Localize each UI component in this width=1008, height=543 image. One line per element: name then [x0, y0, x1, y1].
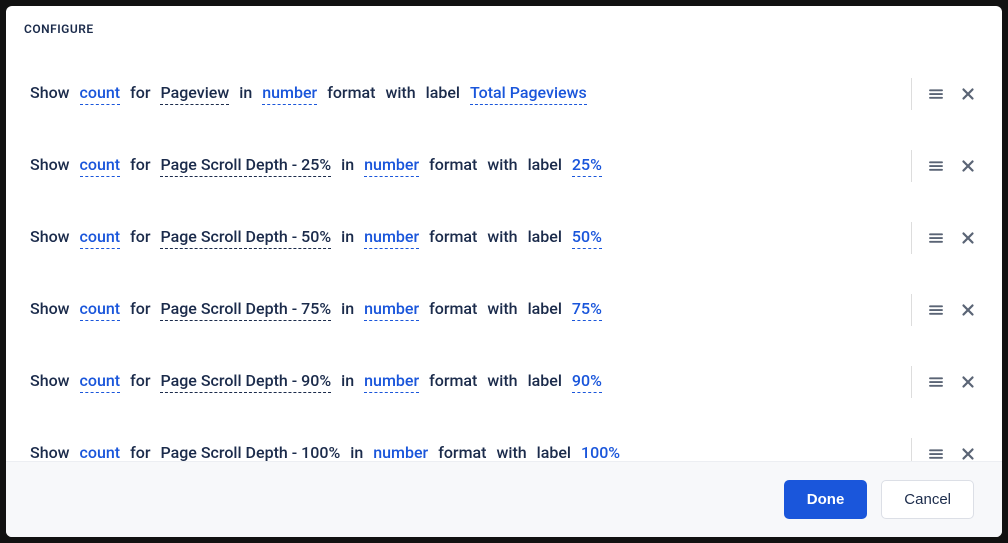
column-sentence: Show count for Page Scroll Depth - 75% innum… [30, 299, 911, 321]
format-link[interactable]: number [364, 155, 419, 177]
metric-link[interactable]: count [80, 443, 121, 461]
label-link[interactable]: 50% [572, 227, 602, 249]
word-show: Show [30, 299, 70, 318]
column-row: Show count for Page Scroll Depth - 75% innum… [30, 274, 978, 346]
drag-handle-icon[interactable] [926, 300, 946, 320]
event-link[interactable]: Page Scroll Depth - 90% [160, 371, 331, 393]
event-link[interactable]: Page Scroll Depth - 25% [160, 155, 331, 177]
column-sentence: Show count for Pageview in number format withla… [30, 83, 911, 105]
format-link[interactable]: number [373, 443, 428, 461]
column-row: Show count for Page Scroll Depth - 25% innum… [30, 130, 978, 202]
metric-link[interactable]: count [80, 299, 121, 321]
cancel-button[interactable]: Cancel [881, 480, 974, 519]
format-link[interactable]: number [262, 83, 317, 105]
word-show: Show [30, 155, 70, 174]
word-for: for [130, 299, 150, 318]
column-sentence: Show count for Page Scroll Depth - 100% innu… [30, 443, 911, 461]
remove-row-icon[interactable] [958, 444, 978, 461]
row-actions [911, 78, 978, 110]
event-link[interactable]: Page Scroll Depth - 75% [160, 299, 331, 321]
word-for: for [130, 227, 150, 246]
word-format: format [429, 155, 477, 174]
metric-link[interactable]: count [80, 83, 121, 105]
word-with: with [496, 443, 526, 461]
remove-row-icon[interactable] [958, 300, 978, 320]
event-link[interactable]: Page Scroll Depth - 100% [160, 443, 340, 461]
word-label: label [528, 299, 562, 318]
row-actions [911, 294, 978, 326]
word-with: with [487, 155, 517, 174]
word-format: format [429, 227, 477, 246]
word-in: in [239, 83, 252, 102]
drag-handle-icon[interactable] [926, 156, 946, 176]
word-with: with [487, 371, 517, 390]
word-for: for [130, 371, 150, 390]
word-in: in [341, 299, 354, 318]
word-show: Show [30, 443, 70, 461]
column-sentence: Show count for Page Scroll Depth - 25% innum… [30, 155, 911, 177]
row-actions [911, 366, 978, 398]
drag-handle-icon[interactable] [926, 228, 946, 248]
metric-link[interactable]: count [80, 155, 121, 177]
format-link[interactable]: number [364, 299, 419, 321]
remove-row-icon[interactable] [958, 156, 978, 176]
metric-link[interactable]: count [80, 227, 121, 249]
word-label: label [528, 155, 562, 174]
word-in: in [341, 371, 354, 390]
word-in: in [350, 443, 363, 461]
label-link[interactable]: 75% [572, 299, 602, 321]
done-button[interactable]: Done [784, 480, 868, 519]
drag-handle-icon[interactable] [926, 84, 946, 104]
word-in: in [341, 227, 354, 246]
label-link[interactable]: Total Pageviews [470, 83, 587, 105]
word-format: format [429, 371, 477, 390]
drag-handle-icon[interactable] [926, 444, 946, 461]
row-actions [911, 222, 978, 254]
format-link[interactable]: number [364, 227, 419, 249]
column-row: Show count for Pageview in number format withla… [30, 58, 978, 130]
event-link[interactable]: Page Scroll Depth - 50% [160, 227, 331, 249]
word-show: Show [30, 371, 70, 390]
configure-dialog: CONFIGURE Show count for Pageview in number fo… [6, 6, 1002, 537]
dialog-title: CONFIGURE [6, 6, 1002, 44]
column-sentence: Show count for Page Scroll Depth - 50% innum… [30, 227, 911, 249]
column-row: Show count for Page Scroll Depth - 90% innum… [30, 346, 978, 418]
format-link[interactable]: number [364, 371, 419, 393]
word-with: with [385, 83, 415, 102]
remove-row-icon[interactable] [958, 228, 978, 248]
word-for: for [130, 443, 150, 461]
label-link[interactable]: 90% [572, 371, 602, 393]
word-for: for [130, 155, 150, 174]
dialog-body: ShowcountforPageviewinnumberformatwithla… [6, 44, 1002, 461]
word-format: format [429, 299, 477, 318]
column-sentence: Show count for Page Scroll Depth - 90% innum… [30, 371, 911, 393]
dialog-footer: Done Cancel [6, 461, 1002, 537]
word-label: label [528, 227, 562, 246]
word-format: format [438, 443, 486, 461]
word-for: for [130, 83, 150, 102]
word-with: with [487, 227, 517, 246]
word-in: in [341, 155, 354, 174]
remove-row-icon[interactable] [958, 84, 978, 104]
label-link[interactable]: 25% [572, 155, 602, 177]
word-label: label [426, 83, 460, 102]
word-format: format [327, 83, 375, 102]
label-link[interactable]: 100% [581, 443, 620, 461]
drag-handle-icon[interactable] [926, 372, 946, 392]
column-row: Show count for Page Scroll Depth - 100% innu… [30, 418, 978, 461]
word-label: label [528, 371, 562, 390]
word-with: with [487, 299, 517, 318]
row-actions [911, 438, 978, 461]
word-label: label [537, 443, 571, 461]
column-row: Show count for Page Scroll Depth - 50% innum… [30, 202, 978, 274]
word-show: Show [30, 83, 70, 102]
metric-link[interactable]: count [80, 371, 121, 393]
event-link[interactable]: Pageview [160, 83, 229, 105]
remove-row-icon[interactable] [958, 372, 978, 392]
row-actions [911, 150, 978, 182]
word-show: Show [30, 227, 70, 246]
